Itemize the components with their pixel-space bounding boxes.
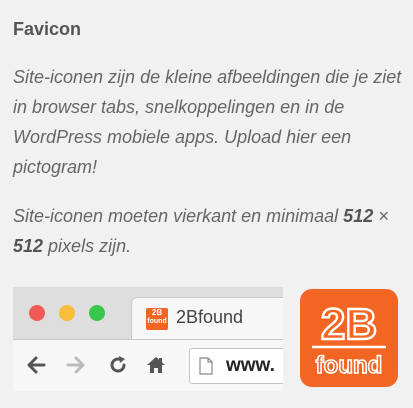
browser-toolbar: www. xyxy=(13,339,283,391)
minimize-dot xyxy=(59,305,75,321)
requirement-suffix: pixels zijn. xyxy=(43,236,132,256)
2bfound-logo-graphic: 2B found xyxy=(312,299,386,380)
requirement-times: × xyxy=(373,206,389,226)
browser-tab: 2B found 2Bfound xyxy=(131,297,283,340)
requirement-text: Site-iconen moeten vierkant en minimaal xyxy=(13,206,344,226)
requirement-size-width: 512 xyxy=(343,206,374,226)
logo-line1: 2B xyxy=(321,300,377,349)
tab-favicon-line1: 2B xyxy=(151,308,163,317)
close-dot xyxy=(29,305,45,321)
home-icon xyxy=(147,357,165,373)
url-bar: www. xyxy=(189,348,283,384)
section-description: Site-iconen zijn de kleine afbeeldingen … xyxy=(13,67,402,177)
size-requirement: Site-iconen moeten vierkant en minimaal … xyxy=(13,201,403,261)
requirement-size-height: 512 xyxy=(13,236,44,256)
site-icon-logo: 2B found xyxy=(300,289,398,387)
tab-label: 2Bfound xyxy=(176,307,244,327)
maximize-dot xyxy=(89,305,105,321)
browser-preview: 2B found 2Bfound www. xyxy=(13,287,283,391)
page-icon xyxy=(199,357,213,375)
forward-arrow-icon xyxy=(66,356,85,374)
reload-icon xyxy=(110,356,126,373)
logo-line2: found xyxy=(316,352,383,379)
tab-favicon: 2B found xyxy=(146,308,168,330)
url-text: www. xyxy=(226,355,275,376)
section-title: Favicon xyxy=(13,19,82,39)
back-arrow-icon xyxy=(27,356,46,374)
tab-favicon-line2: found xyxy=(147,318,167,325)
